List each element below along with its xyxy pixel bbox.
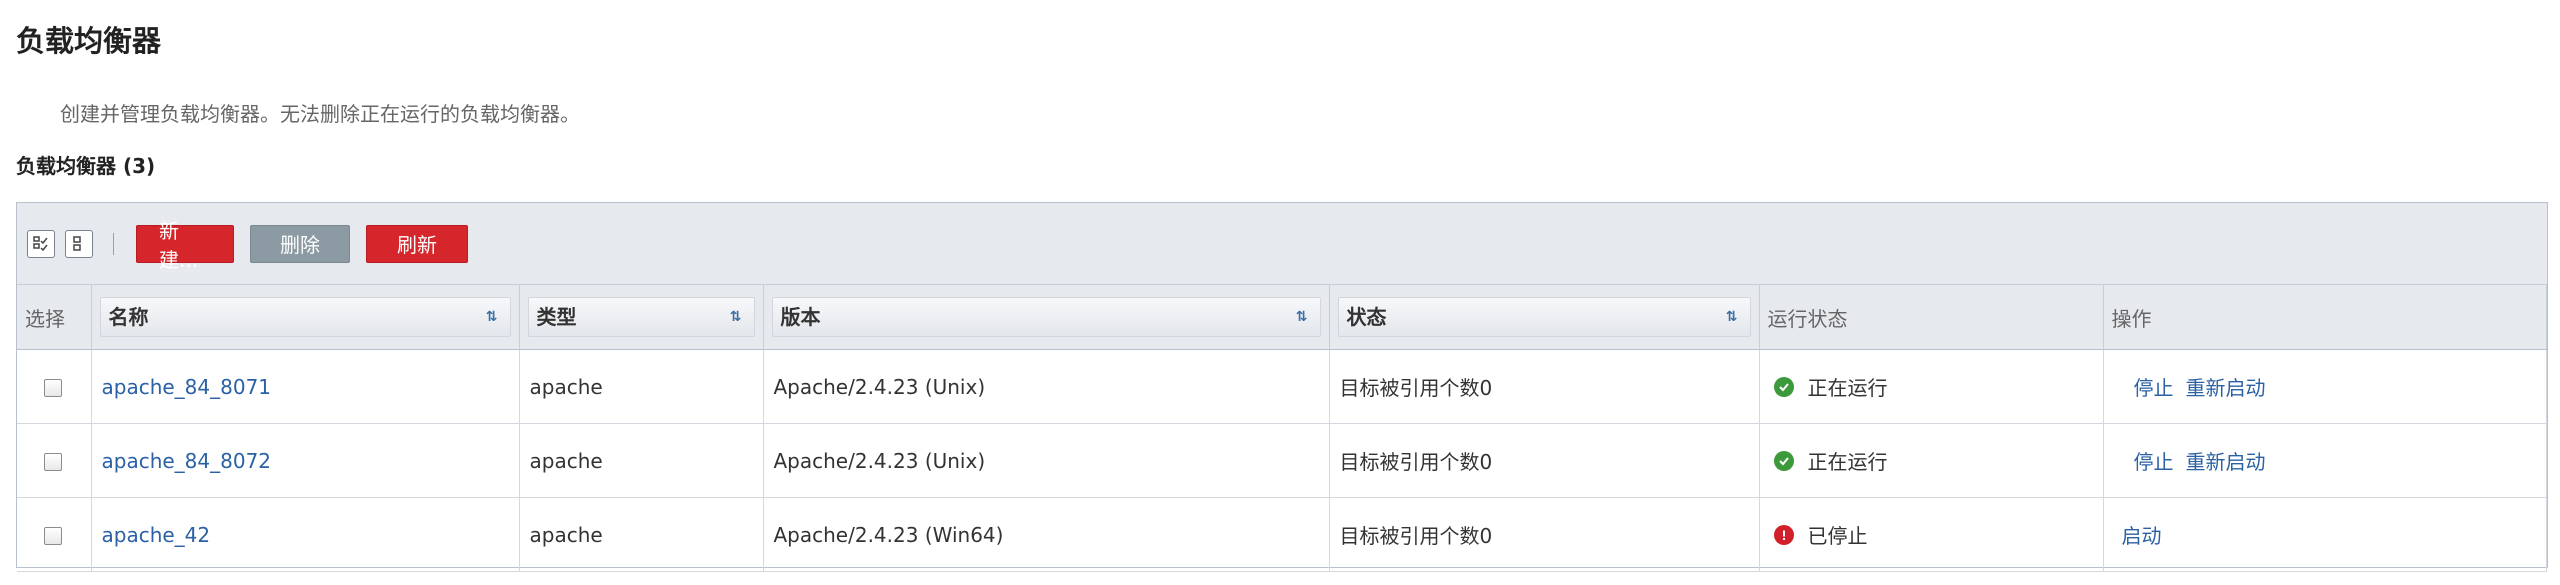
column-header-state[interactable]: 状态 ⇅ [1329, 285, 1760, 350]
table-row: apache_84_8071 apache Apache/2.4.23 (Uni… [17, 349, 2547, 424]
load-balancer-name-link[interactable]: apache_84_8071 [102, 375, 272, 399]
toolbar-divider [113, 232, 114, 255]
state-cell: 目标被引用个数0 [1329, 497, 1760, 572]
page-description: 创建并管理负载均衡器。无法删除正在运行的负载均衡器。 [60, 102, 580, 126]
column-header-actions: 操作 [2103, 285, 2547, 350]
toolbar: 新建... 删除 刷新 [17, 203, 2547, 285]
type-cell: apache [519, 423, 764, 498]
load-balancer-name-link[interactable]: apache_84_8072 [102, 449, 272, 473]
run-state-text: 已停止 [1807, 524, 1868, 548]
version-cell: Apache/2.4.23 (Win64) [763, 497, 1330, 572]
row-checkbox[interactable] [44, 527, 63, 545]
restart-link[interactable]: 重新启动 [2186, 376, 2266, 400]
row-checkbox[interactable] [44, 453, 63, 471]
column-header-label: 状态 [1346, 305, 1387, 329]
table-row: apache_42 apache Apache/2.4.23 (Win64) 目… [17, 497, 2547, 572]
column-settings-icon[interactable] [65, 229, 93, 258]
version-cell: Apache/2.4.23 (Unix) [763, 349, 1330, 424]
sort-icon[interactable]: ⇅ [730, 298, 742, 336]
type-cell: apache [519, 497, 764, 572]
exclamation-circle-icon [1773, 524, 1794, 545]
stop-link[interactable]: 停止 [2134, 450, 2174, 474]
column-header-name[interactable]: 名称 ⇅ [91, 285, 520, 350]
column-header-label: 类型 [536, 305, 577, 329]
column-header-select: 选择 [17, 285, 92, 350]
table-header-row: 选择 名称 ⇅ 类型 ⇅ 版本 ⇅ 状态 ⇅ 运行状态 操作 [17, 285, 2547, 350]
start-link[interactable]: 启动 [2122, 524, 2162, 548]
column-header-run-state: 运行状态 [1759, 285, 2104, 350]
column-header-label: 名称 [108, 305, 149, 329]
load-balancer-table: 选择 名称 ⇅ 类型 ⇅ 版本 ⇅ 状态 ⇅ 运行状态 操作 apache_84_807… [17, 285, 2547, 572]
type-cell: apache [519, 349, 764, 424]
refresh-button[interactable]: 刷新 [366, 224, 468, 263]
column-header-version[interactable]: 版本 ⇅ [763, 285, 1330, 350]
state-cell: 目标被引用个数0 [1329, 423, 1760, 498]
stop-link[interactable]: 停止 [2134, 376, 2174, 400]
select-columns-icon[interactable] [27, 229, 55, 258]
load-balancer-name-link[interactable]: apache_42 [102, 523, 211, 547]
check-circle-icon [1773, 376, 1794, 397]
delete-button[interactable]: 删除 [250, 224, 350, 263]
row-checkbox[interactable] [44, 379, 63, 397]
column-header-type[interactable]: 类型 ⇅ [519, 285, 764, 350]
sort-icon[interactable]: ⇅ [1296, 298, 1308, 336]
table-row: apache_84_8072 apache Apache/2.4.23 (Uni… [17, 423, 2547, 498]
new-button[interactable]: 新建... [136, 219, 234, 272]
section-title: 负载均衡器 (3) [16, 154, 156, 178]
state-cell: 目标被引用个数0 [1329, 349, 1760, 424]
restart-link[interactable]: 重新启动 [2186, 450, 2266, 474]
check-circle-icon [1773, 450, 1794, 471]
run-state-text: 正在运行 [1807, 450, 1888, 474]
column-header-label: 版本 [780, 305, 821, 329]
sort-icon[interactable]: ⇅ [1726, 298, 1738, 336]
version-cell: Apache/2.4.23 (Unix) [763, 423, 1330, 498]
sort-icon[interactable]: ⇅ [486, 298, 498, 336]
page-title: 负载均衡器 [16, 24, 162, 58]
load-balancer-panel: 新建... 删除 刷新 选择 名称 ⇅ 类型 ⇅ 版本 ⇅ 状态 ⇅ 运行状态 操作 a… [16, 202, 2548, 572]
run-state-text: 正在运行 [1807, 376, 1888, 400]
